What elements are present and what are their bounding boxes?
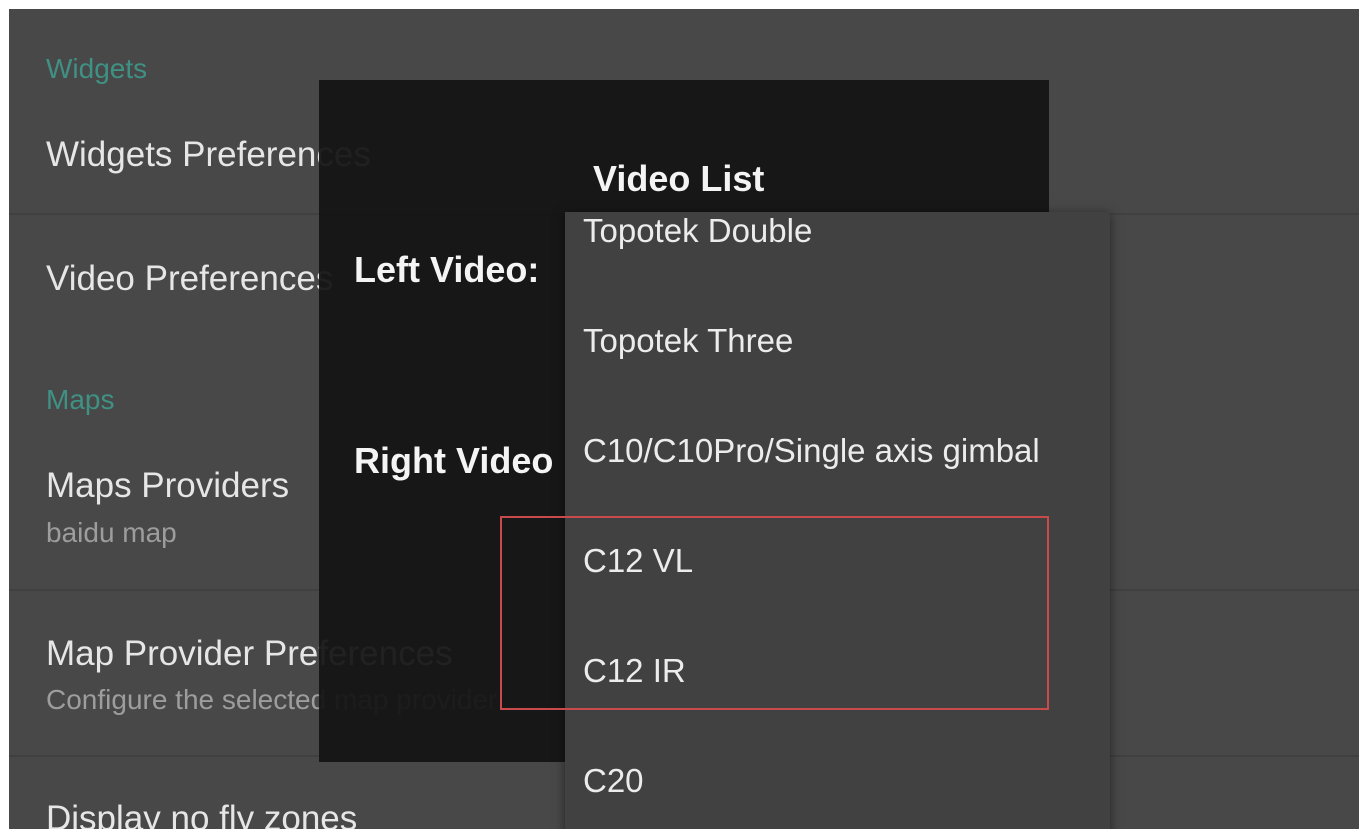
dropdown-item-label: C20 xyxy=(583,762,644,799)
dialog-title: Video List xyxy=(593,158,765,199)
pref-display-no-fly-zones-title: Display no fly zones xyxy=(46,799,358,829)
dropdown-item-label: C12 IR xyxy=(583,652,686,689)
pref-video-preferences-title: Video Preferences xyxy=(46,259,334,298)
right-video-label: Right Video xyxy=(354,440,554,481)
dropdown-item-label: Topotek Three xyxy=(583,322,794,359)
dropdown-item-label: Topotek Double xyxy=(583,212,813,249)
dropdown-item-c10[interactable]: C10/C10Pro/Single axis gimbal xyxy=(565,396,1110,506)
dropdown-item-label: C12 VL xyxy=(583,542,694,579)
dropdown-item-c20[interactable]: C20 xyxy=(565,726,1110,829)
settings-screen: Widgets Widgets Preferences Video Prefer… xyxy=(9,9,1359,829)
video-dropdown-list[interactable]: Topotek Double Topotek Three C10/C10Pro/… xyxy=(565,212,1110,829)
dropdown-item-c12-ir[interactable]: C12 IR xyxy=(565,616,1110,726)
section-header-widgets: Widgets xyxy=(46,53,148,84)
left-video-label: Left Video: xyxy=(354,249,540,290)
dropdown-item-topotek-three[interactable]: Topotek Three xyxy=(565,286,1110,396)
pref-maps-providers-summary: baidu map xyxy=(46,517,177,548)
dropdown-item-c12-vl[interactable]: C12 VL xyxy=(565,506,1110,616)
dropdown-item-topotek-double[interactable]: Topotek Double xyxy=(565,212,1110,286)
pref-maps-providers-title: Maps Providers xyxy=(46,466,290,505)
section-header-maps: Maps xyxy=(46,384,115,415)
dropdown-item-label: C10/C10Pro/Single axis gimbal xyxy=(583,432,1040,469)
